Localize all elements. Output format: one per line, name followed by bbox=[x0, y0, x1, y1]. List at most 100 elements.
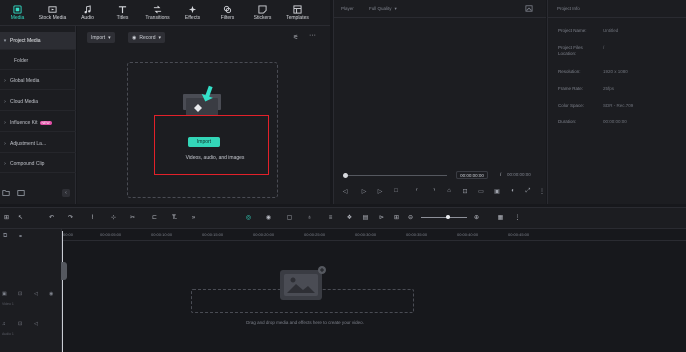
audio-toggle-icon[interactable]: ◁ bbox=[34, 291, 41, 298]
link-icon[interactable]: ⚭ bbox=[18, 233, 25, 240]
snapshot-tool-icon[interactable]: ▤ bbox=[361, 213, 370, 222]
nav-stock-media[interactable]: Stock Media bbox=[35, 0, 70, 26]
zoom-slider-handle[interactable] bbox=[446, 215, 450, 219]
more-tools-icon[interactable]: » bbox=[189, 213, 198, 222]
scissors-icon[interactable]: ✂ bbox=[128, 213, 137, 222]
marker-tool-icon[interactable]: ⊳ bbox=[377, 213, 386, 222]
top-nav: Media Stock Media Audio Titles Transitio… bbox=[0, 0, 330, 26]
sidebar-item-global-media[interactable]: › Global Media bbox=[0, 72, 76, 90]
nav-label: Stock Media bbox=[38, 15, 67, 21]
sidebar-item-adjustment-layer[interactable]: › Adjustment La... bbox=[0, 135, 76, 153]
zoom-out-icon[interactable]: ⊖ bbox=[406, 213, 415, 222]
auto-ripple-icon[interactable]: ◎ bbox=[244, 213, 253, 222]
nav-effects[interactable]: Effects bbox=[175, 0, 210, 26]
time-separator: / bbox=[500, 172, 502, 177]
stop-icon[interactable]: □ bbox=[392, 187, 400, 195]
ruler-label: 00:00:45:00 bbox=[508, 232, 530, 237]
microphone-icon[interactable]: ♁ bbox=[305, 213, 314, 222]
playhead-handle[interactable] bbox=[343, 173, 348, 178]
sidebar-item-label: Global Media bbox=[10, 77, 40, 84]
grid-icon[interactable]: ⊞ bbox=[392, 213, 401, 222]
sidebar-item-cloud-media[interactable]: › Cloud Media bbox=[0, 93, 76, 111]
redo-icon[interactable]: ↷ bbox=[66, 213, 75, 222]
info-value-frame-rate: 25fps bbox=[603, 86, 615, 91]
previous-frame-icon[interactable]: ◁ bbox=[341, 187, 349, 195]
marker-icon[interactable]: ⌂ bbox=[445, 187, 453, 195]
ruler-label: 00:00 bbox=[63, 232, 74, 237]
sidebar-item-folder[interactable]: Folder bbox=[0, 52, 76, 70]
lock-icon[interactable]: ⊡ bbox=[18, 321, 25, 328]
timeline-playhead[interactable] bbox=[62, 231, 63, 352]
player-label: Player bbox=[341, 6, 354, 11]
undo-icon[interactable]: ↶ bbox=[47, 213, 56, 222]
nav-filters[interactable]: Filters bbox=[210, 0, 245, 26]
sidebar-item-influence-kit[interactable]: › Influence Kit NEW bbox=[0, 114, 76, 132]
sidebar-item-label: Cloud Media bbox=[10, 98, 39, 105]
quality-dropdown[interactable]: Full Quality ▾ bbox=[369, 6, 397, 12]
player-progress-bar[interactable] bbox=[346, 175, 447, 176]
nav-titles[interactable]: Titles bbox=[105, 0, 140, 26]
info-label-location: Project Files Location: bbox=[558, 45, 583, 56]
ruler-label: 00:00:15:00 bbox=[202, 232, 224, 237]
player-divider bbox=[334, 17, 546, 18]
import-dropdown[interactable]: Import ▾ bbox=[87, 32, 115, 43]
info-divider bbox=[548, 17, 686, 18]
timeline-toolbar bbox=[0, 207, 686, 229]
text-tool-icon[interactable]: T. bbox=[170, 213, 179, 222]
fit-icon[interactable]: ▦ bbox=[496, 213, 505, 222]
fullscreen-icon[interactable]: ⤢ bbox=[524, 187, 532, 195]
nav-templates[interactable]: Templates bbox=[280, 0, 315, 26]
ai-tools-icon[interactable]: ❖ bbox=[345, 213, 354, 222]
nav-stickers[interactable]: Stickers bbox=[245, 0, 280, 26]
select-tool-icon[interactable]: ↖ bbox=[16, 213, 25, 222]
crop-icon[interactable]: ⊡ bbox=[461, 187, 469, 195]
sidebar-item-compound-clip[interactable]: › Compound Clip bbox=[0, 155, 76, 173]
chevron-down-icon: ▾ bbox=[108, 34, 111, 41]
info-label-color-space: Color Space: bbox=[558, 103, 585, 108]
snapshot-icon[interactable] bbox=[525, 5, 533, 12]
filter-sort-icon[interactable]: ⚟ bbox=[293, 34, 302, 42]
record-dropdown[interactable]: ◉ Record ▾ bbox=[128, 32, 166, 43]
nav-media[interactable]: Media bbox=[0, 0, 35, 26]
more-icon[interactable]: ⋮ bbox=[538, 187, 546, 195]
sidebar-item-project-media[interactable]: ▾ Project Media bbox=[0, 32, 76, 50]
info-value-duration: 00:00:00:00 bbox=[603, 119, 627, 124]
mark-in-icon[interactable]: ⸢ bbox=[413, 187, 421, 195]
camera-icon[interactable]: ▣ bbox=[493, 187, 501, 195]
more-options-icon[interactable]: ··· bbox=[309, 32, 319, 40]
new-badge: NEW bbox=[39, 120, 52, 125]
display-icon[interactable]: ▭ bbox=[477, 187, 485, 195]
voiceover-icon[interactable]: ≡ bbox=[326, 213, 335, 222]
info-value-color-space: SDR - Rec.709 bbox=[603, 103, 634, 108]
trim-icon[interactable]: ⊏ bbox=[150, 213, 159, 222]
split-audio-icon[interactable]: ⌇ bbox=[88, 213, 97, 222]
crop-tool-icon[interactable]: ⊹ bbox=[109, 213, 118, 222]
timeline-scroll-handle[interactable] bbox=[61, 262, 67, 280]
ruler-label: 00:00:25:00 bbox=[304, 232, 326, 237]
mark-out-icon[interactable]: ⸣ bbox=[430, 187, 438, 195]
shield-icon[interactable]: ▢ bbox=[285, 213, 294, 222]
collapse-sidebar-icon[interactable]: ‹ bbox=[62, 189, 70, 197]
layout-icon[interactable]: ⊞ bbox=[2, 213, 11, 222]
play-icon[interactable]: ▷ bbox=[376, 187, 384, 195]
new-folder-icon[interactable] bbox=[2, 189, 10, 197]
lock-icon[interactable]: ⊡ bbox=[18, 291, 25, 298]
nav-transitions[interactable]: Transitions bbox=[140, 0, 175, 26]
eye-icon[interactable]: ◉ bbox=[49, 291, 56, 298]
volume-icon[interactable]: ◐ bbox=[509, 187, 517, 195]
nav-audio[interactable]: Audio bbox=[70, 0, 105, 26]
render-icon[interactable]: ◉ bbox=[264, 213, 273, 222]
chevron-right-icon: › bbox=[4, 160, 6, 167]
titles-icon bbox=[118, 5, 127, 14]
folder-icon[interactable] bbox=[17, 189, 25, 197]
zoom-in-icon[interactable]: ⊕ bbox=[472, 213, 481, 222]
zoom-slider[interactable] bbox=[421, 217, 467, 218]
add-media-icon bbox=[278, 266, 326, 302]
effects-icon bbox=[188, 5, 197, 14]
ruler-label: 00:00:10:00 bbox=[151, 232, 173, 237]
settings-icon[interactable]: ⋮ bbox=[513, 213, 522, 222]
add-track-icon[interactable]: ⧉ bbox=[3, 233, 10, 240]
audio-toggle-icon[interactable]: ◁ bbox=[34, 321, 41, 328]
info-label-frame-rate: Frame Rate: bbox=[558, 86, 584, 91]
play-back-icon[interactable]: ▷ bbox=[360, 187, 368, 195]
